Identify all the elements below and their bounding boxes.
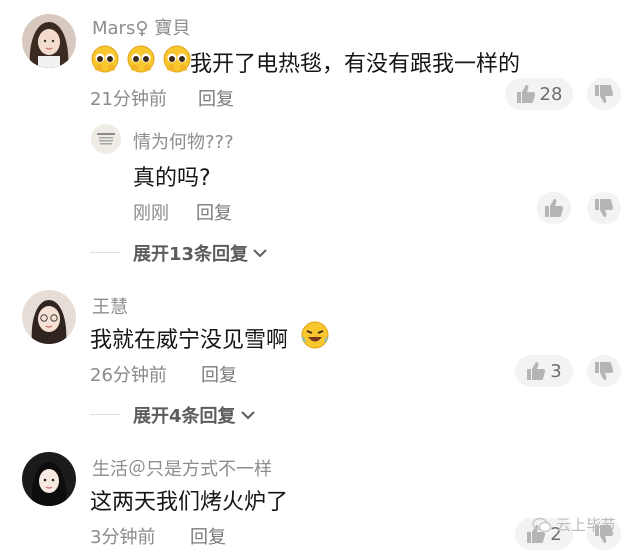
dislike-button[interactable]	[587, 355, 621, 387]
watermark-text: 云上毕节	[556, 516, 617, 534]
avatar[interactable]	[22, 452, 76, 506]
reply-button[interactable]: 回复	[201, 361, 237, 387]
comment-text: 我就在威宁没见雪啊	[90, 328, 289, 353]
comment-text: 我开了电热毯，有没有跟我一样的	[190, 52, 521, 77]
emoji-group	[90, 44, 192, 74]
pleading-face-emoji	[127, 45, 155, 73]
reply-button[interactable]: 回复	[198, 85, 234, 111]
chevron-down-icon	[253, 249, 267, 258]
comment-username[interactable]: Mars♀ 寶貝	[92, 14, 190, 40]
pleading-face-emoji	[163, 45, 191, 73]
comment-time: 3分钟前	[90, 527, 156, 548]
thumbs-up-icon	[516, 85, 535, 103]
comment-time: 21分钟前	[90, 89, 167, 110]
wechat-icon	[532, 517, 552, 532]
like-button[interactable]: 28	[505, 78, 573, 110]
reply-username[interactable]: 情为何物???	[133, 128, 234, 154]
comment-username[interactable]: 王慧	[92, 293, 128, 319]
comment-username[interactable]: 生活＠只是方式不一样	[92, 455, 272, 481]
expand-divider	[90, 414, 120, 415]
expand-replies-label: 展开4条回复	[133, 406, 236, 427]
comment-text: 这两天我们烤火炉了	[90, 490, 289, 515]
reply-time: 刚刚	[133, 203, 169, 224]
watermark: 云上毕节	[532, 514, 616, 535]
thumbs-up-icon	[545, 199, 564, 217]
like-count: 3	[550, 360, 562, 382]
like-button[interactable]	[537, 192, 571, 224]
thumbs-up-icon	[527, 362, 546, 380]
laughing-emoji	[301, 321, 329, 349]
comment-list: Mars♀ 寶貝 我开了电热毯，有没有跟我一样的 21分钟前 回复 28 情为何…	[0, 0, 641, 552]
expand-replies-button[interactable]: 展开13条回复	[133, 240, 268, 266]
like-count: 28	[539, 83, 563, 105]
thumbs-down-icon	[595, 199, 614, 217]
expand-replies-label: 展开13条回复	[133, 244, 249, 265]
avatar[interactable]	[22, 290, 76, 344]
pleading-face-emoji	[91, 45, 119, 73]
reply-button[interactable]: 回复	[190, 523, 226, 549]
chevron-down-icon	[240, 411, 255, 420]
dislike-button[interactable]	[587, 192, 621, 224]
reply-button[interactable]: 回复	[196, 199, 232, 225]
thumbs-down-icon	[595, 85, 614, 103]
thumbs-down-icon	[595, 362, 614, 380]
dislike-button[interactable]	[587, 78, 621, 110]
expand-divider	[90, 252, 120, 253]
reply-text: 真的吗?	[133, 166, 211, 191]
reply-avatar[interactable]	[91, 124, 121, 154]
like-button[interactable]: 3	[515, 355, 573, 387]
avatar[interactable]	[22, 14, 76, 68]
comment-time: 26分钟前	[90, 365, 167, 386]
expand-replies-button[interactable]: 展开4条回复	[133, 402, 256, 428]
